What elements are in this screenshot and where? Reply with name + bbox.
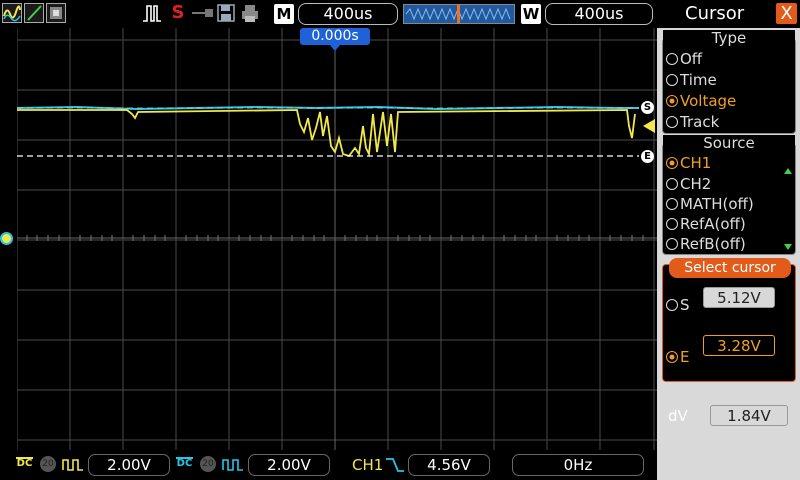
trigger-time-arrow <box>330 45 340 51</box>
cursor-s-value[interactable]: 5.12V <box>703 287 775 308</box>
ch2-probe-icon <box>222 457 244 471</box>
panel-header: Cursor X <box>657 0 800 28</box>
type-group: Type Off Time Voltage Track <box>662 30 796 134</box>
save-icon <box>216 3 236 23</box>
type-option-voltage[interactable]: Voltage <box>666 91 736 111</box>
cursor-e-value[interactable]: 3.28V <box>703 335 775 356</box>
ch1-scale[interactable]: 2.00V <box>88 454 170 476</box>
timebase-readout[interactable]: 400us <box>298 3 398 25</box>
select-cursor-title: Select cursor <box>669 258 791 278</box>
ch2-coupling: DC <box>176 457 193 469</box>
waveform-screen[interactable] <box>16 28 657 450</box>
source-group-title: Source <box>663 135 795 151</box>
select-cursor-group: Select cursor S 5.12V E 3.28V <box>662 258 796 382</box>
stop-icon: S <box>171 2 185 23</box>
waveform-grid <box>16 28 657 450</box>
pulse-icon <box>142 3 162 23</box>
print-icon <box>240 3 260 23</box>
trigger-slope-falling-icon <box>385 456 405 474</box>
source-option-refb[interactable]: RefB(off) <box>666 234 746 254</box>
select-cursor-s[interactable]: S <box>666 295 690 315</box>
type-option-time[interactable]: Time <box>666 70 717 90</box>
ch1-bw-limit-icon: 20 <box>40 456 56 472</box>
scroll-down-icon[interactable] <box>784 244 792 250</box>
cursor-e-marker[interactable]: E <box>641 150 654 163</box>
source-option-ch1[interactable]: CH1 <box>666 153 711 173</box>
ch2-scale[interactable]: 2.00V <box>248 454 330 476</box>
ch2-bw-limit-icon: 20 <box>200 456 216 472</box>
trigger-source: CH1 <box>352 456 384 474</box>
select-cursor-e[interactable]: E <box>666 347 689 367</box>
type-option-track[interactable]: Track <box>666 112 719 132</box>
type-option-off[interactable]: Off <box>666 49 702 69</box>
ch1-coupling: DC <box>16 457 33 469</box>
delta-v-label: dV <box>668 407 688 425</box>
cursor-tool-icon[interactable] <box>24 3 44 23</box>
memory-position-bar[interactable] <box>403 4 515 24</box>
ch2-ground-marker[interactable] <box>2 234 11 243</box>
ch1-probe-icon <box>62 457 84 471</box>
waveform-display-icon[interactable] <box>2 3 22 23</box>
type-group-title: Type <box>663 30 795 46</box>
bottom-status-bar: DC 20 2.00V DC 20 2.00V CH1 4.56V 0Hz <box>0 450 657 480</box>
screenshot-icon[interactable] <box>46 3 66 23</box>
window-mode-badge: W <box>521 4 541 24</box>
usb-key-icon <box>190 3 214 23</box>
close-button[interactable]: X <box>776 3 797 24</box>
frequency-counter: 0Hz <box>512 454 644 476</box>
delta-v-value: 1.84V <box>710 405 788 426</box>
source-option-math[interactable]: MATH(off) <box>666 194 754 214</box>
trigger-time-marker[interactable]: 0.000s <box>300 28 370 45</box>
panel-title: Cursor <box>685 3 745 24</box>
source-option-ch2[interactable]: CH2 <box>666 174 711 194</box>
top-status-bar: S M 400us W 400us <box>0 0 655 28</box>
trigger-level[interactable]: 4.56V <box>408 454 490 476</box>
trigger-level-marker[interactable] <box>643 119 655 133</box>
scroll-up-icon[interactable] <box>784 168 792 174</box>
source-group: Source CH1 CH2 MATH(off) RefA(off) RefB(… <box>662 135 796 255</box>
source-option-refa[interactable]: RefA(off) <box>666 214 746 234</box>
cursor-s-marker[interactable]: S <box>641 101 654 114</box>
trigger-mode-badge: M <box>274 4 294 24</box>
window-readout[interactable]: 400us <box>545 3 653 25</box>
